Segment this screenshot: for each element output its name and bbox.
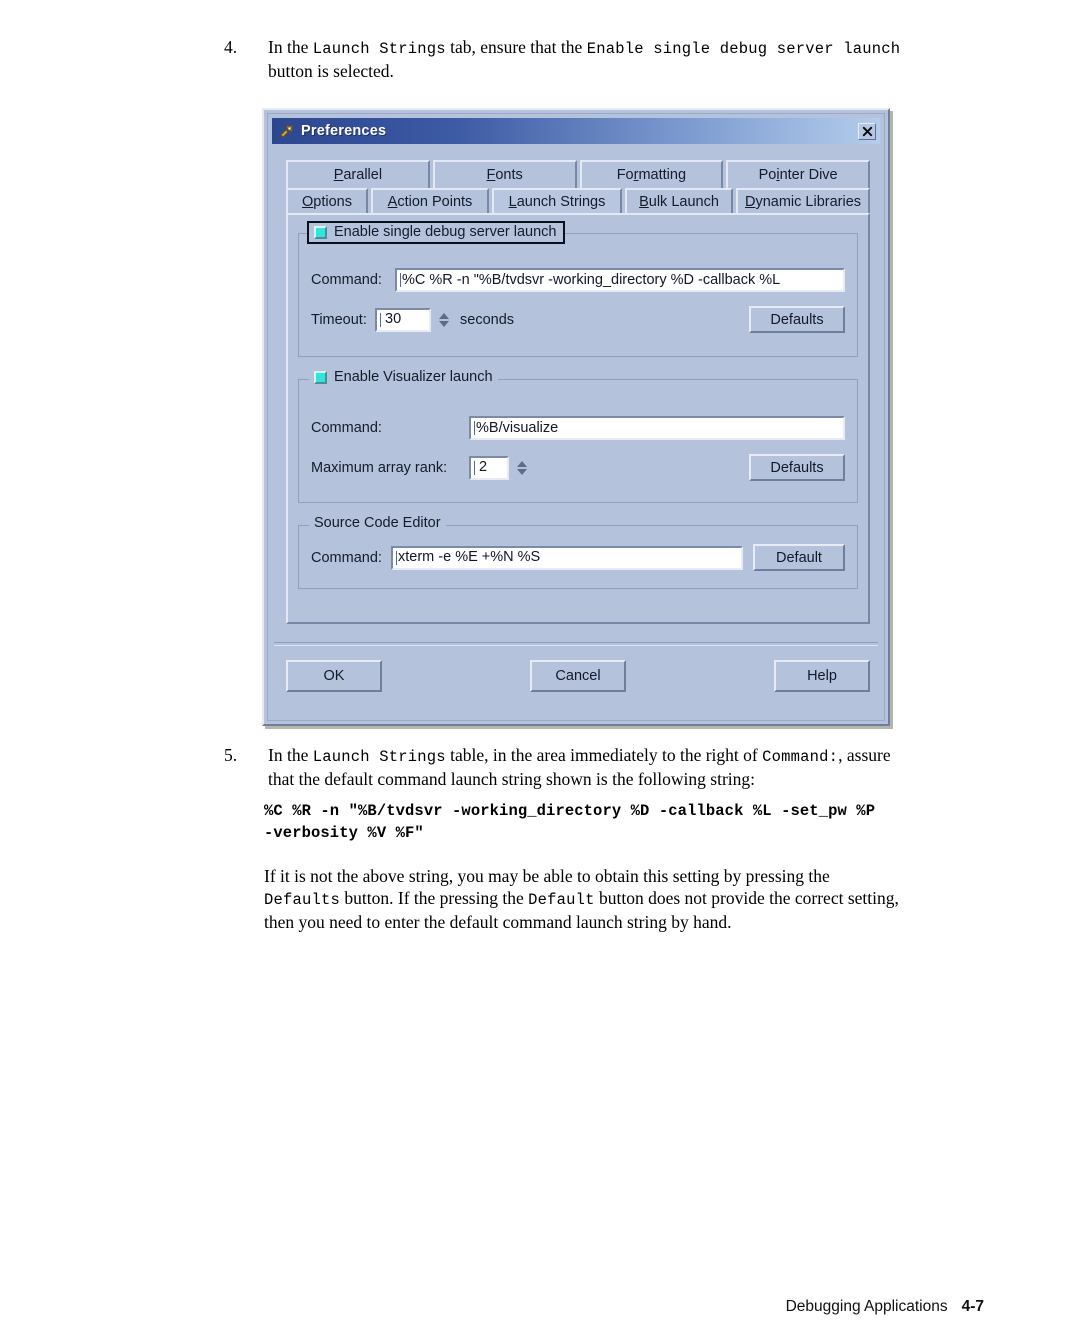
step-5-seg-2: table, in the area immediately to the ri… [445,745,763,765]
closing-seg-1: Defaults [264,891,341,909]
editor-command-input[interactable]: xterm -e %E +%N %S [391,545,743,570]
timeout-input[interactable]: 30 [375,307,431,332]
footer-book-title: Debugging Applications [785,1298,948,1315]
launch-strings-panel: Enable single debug server launch Comman… [286,213,870,624]
tab-options[interactable]: Options [286,188,368,214]
max-array-rank-row: Maximum array rank: 2 Defaults [311,454,845,481]
single-debug-command-label: Command: [311,272,382,288]
ok-button[interactable]: OK [286,660,382,692]
visualizer-command-row: Command: %B/visualize [311,416,845,440]
tab-bulk-launch[interactable]: Bulk Launch [625,188,733,214]
step-4-seg-1: Launch Strings [312,40,446,58]
timeout-units-label: seconds [460,311,515,328]
dialog-titlebar[interactable]: Preferences [272,118,880,144]
tab-formatting[interactable]: Formatting [579,160,724,188]
dialog-title: Preferences [301,123,387,139]
source-code-editor-title: Source Code Editor [309,515,446,531]
closing-seg-0: If it is not the above string, you may b… [264,866,830,886]
tab-bulk-launch-label: Bulk Launch [639,194,719,210]
group-single-debug-server: Enable single debug server launch Comman… [298,221,858,357]
tab-launch-strings[interactable]: Launch Strings [492,188,622,214]
tab-fonts[interactable]: Fonts [432,160,577,188]
closing-seg-3: Default [528,891,595,909]
visualizer-command-input[interactable]: %B/visualize [469,416,845,440]
tab-pointer-dive[interactable]: Pointer Dive [726,160,870,188]
visualizer-defaults-button[interactable]: Defaults [749,454,845,481]
tab-row-top: Parallel Fonts Formatting Pointer Dive [286,160,870,188]
page-footer: Debugging Applications 4-7 [0,1298,984,1316]
single-debug-command-row: Command: %C %R -n "%B/tvdsvr -working_di… [311,268,845,292]
tab-dynamic-libraries-label: Dynamic Libraries [744,194,862,210]
footer-page-number: 4-7 [961,1298,984,1315]
tab-action-points-label: Action Points [387,194,473,210]
tab-row-bottom: Options Action Points Launch Strings Bul… [286,188,870,214]
max-array-rank-stepper[interactable]: 2 [469,455,530,480]
checkbox-icon[interactable] [314,370,327,384]
step-5-seg-1: Launch Strings [312,748,446,766]
step-4-seg-4: button is selected. [268,61,394,81]
group-visualizer: Enable Visualizer launch Command: %B/vis… [298,369,858,503]
tab-formatting-label: Formatting [616,167,687,183]
editor-command-label: Command: [311,549,382,566]
application-icon [278,123,295,140]
timeout-label: Timeout: [311,311,367,328]
step-5-seg-0: In the [268,745,313,765]
tab-pointer-dive-label: Pointer Dive [758,167,838,183]
tab-parallel-label: Parallel [333,167,383,183]
dialog-separator [274,642,878,646]
enable-single-debug-server-label: Enable single debug server launch [334,224,557,240]
group-source-code-editor: Source Code Editor Command: xterm -e %E … [298,515,858,589]
step-4-text: In the Launch Strings tab, ensure that t… [268,36,902,82]
tab-dynamic-libraries[interactable]: Dynamic Libraries [736,188,870,214]
closing-seg-2: button. If the pressing the [340,888,529,908]
enable-visualizer-label: Enable Visualizer launch [334,369,493,385]
timeout-row: Timeout: 30 seconds Defaults [311,306,845,333]
checkbox-icon[interactable] [314,225,327,239]
editor-command-row: Command: xterm -e %E +%N %S Default [311,544,845,571]
tab-parallel[interactable]: Parallel [286,160,430,188]
document-page: 4. In the Launch Strings tab, ensure tha… [0,0,1080,1338]
tab-launch-strings-label: Launch Strings [508,194,606,210]
help-button[interactable]: Help [774,660,870,692]
step-4-seg-3: Enable single debug server launch [586,40,901,58]
command-string-code-block: %C %R -n "%B/tvdsvr -working_directory %… [264,802,876,842]
step-5-text: In the Launch Strings table, in the area… [268,744,902,790]
tab-options-label: Options [302,194,352,210]
editor-default-button[interactable]: Default [753,544,845,571]
dialog-button-bar: OK Cancel Help [286,650,870,702]
step-5: 5. In the Launch Strings table, in the a… [224,744,902,790]
step-4-seg-0: In the [268,37,313,57]
dialog-inner-frame: Preferences Parallel Fonts Formatting Po… [267,113,885,721]
step-4: 4. In the Launch Strings tab, ensure tha… [224,36,902,82]
visualizer-command-label: Command: [311,420,382,436]
cancel-button[interactable]: Cancel [530,660,626,692]
step-4-number: 4. [224,37,238,57]
spinner-arrows-icon[interactable] [514,456,530,480]
step-5-number: 5. [224,745,238,765]
closing-paragraph: If it is not the above string, you may b… [264,865,904,933]
max-array-rank-label: Maximum array rank: [311,459,448,476]
close-icon[interactable] [858,122,876,140]
tab-fonts-label: Fonts [486,167,523,183]
single-debug-command-input[interactable]: %C %R -n "%B/tvdsvr -working_directory %… [395,268,845,292]
preferences-dialog[interactable]: Preferences Parallel Fonts Formatting Po… [262,108,890,726]
spinner-arrows-icon[interactable] [436,308,452,332]
enable-visualizer-checkbox[interactable]: Enable Visualizer launch [309,369,498,385]
max-array-rank-input[interactable]: 2 [469,455,509,480]
tab-action-points[interactable]: Action Points [371,188,489,214]
single-debug-defaults-button[interactable]: Defaults [749,306,845,333]
step-4-seg-2: tab, ensure that the [445,37,587,57]
timeout-stepper[interactable]: 30 [375,307,452,332]
step-5-seg-3: Command: [762,748,839,766]
enable-single-debug-server-checkbox[interactable]: Enable single debug server launch [306,221,566,244]
